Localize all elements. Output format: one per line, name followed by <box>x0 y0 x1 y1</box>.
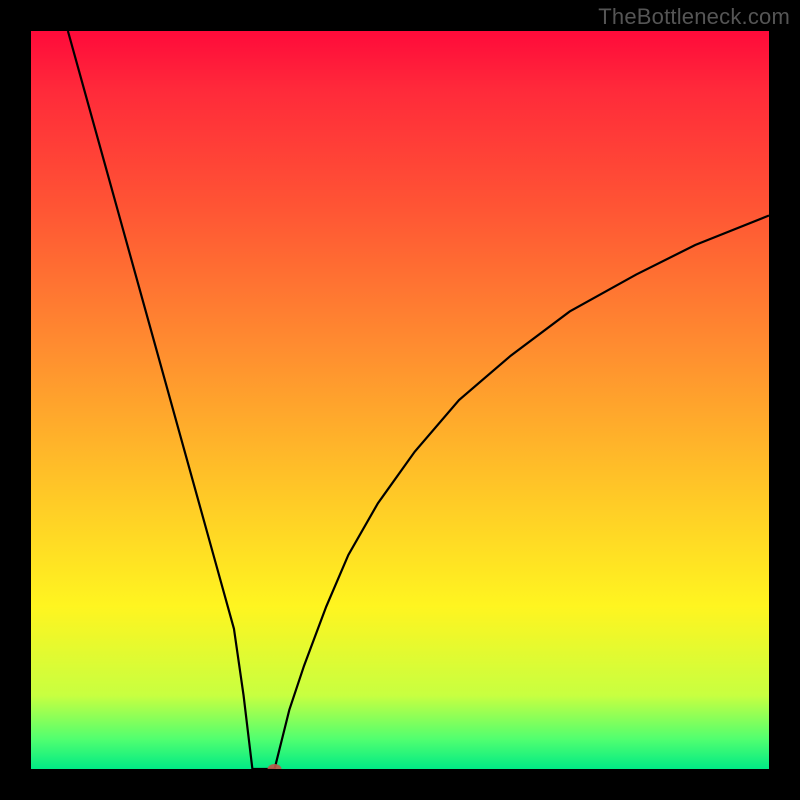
chart-svg <box>31 31 769 769</box>
bottleneck-marker <box>268 764 282 769</box>
watermark-text: TheBottleneck.com <box>598 4 790 30</box>
curve-right-arm <box>275 216 769 770</box>
plot-area <box>31 31 769 769</box>
curve-left-arm <box>68 31 253 769</box>
chart-frame: TheBottleneck.com <box>0 0 800 800</box>
